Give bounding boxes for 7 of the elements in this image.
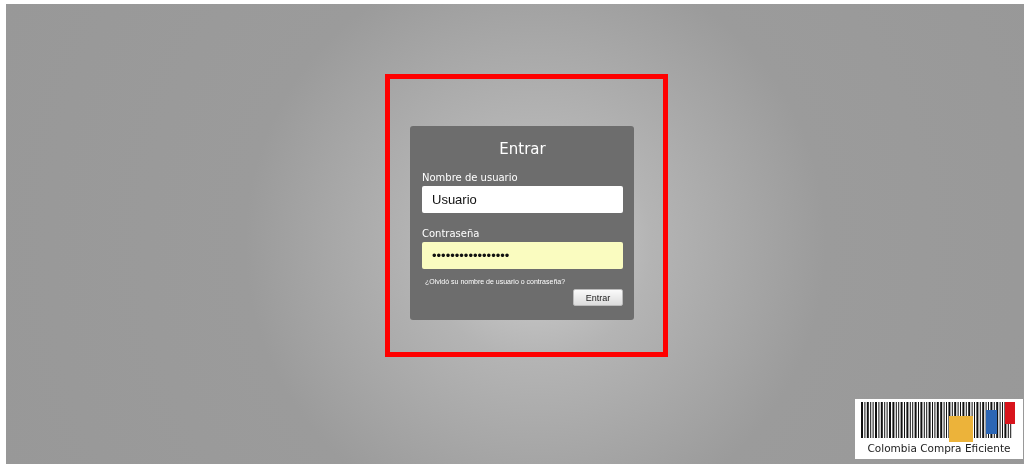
login-button[interactable]: Entrar — [573, 289, 623, 306]
username-label: Nombre de usuario — [422, 172, 519, 183]
password-field[interactable]: ••••••••••••••••• — [422, 242, 623, 269]
logo-text: Colombia Compra Eficiente — [867, 442, 1011, 454]
password-label: Contraseña — [422, 228, 481, 239]
username-field[interactable]: Usuario — [422, 186, 623, 213]
login-title: Entrar — [498, 140, 547, 158]
